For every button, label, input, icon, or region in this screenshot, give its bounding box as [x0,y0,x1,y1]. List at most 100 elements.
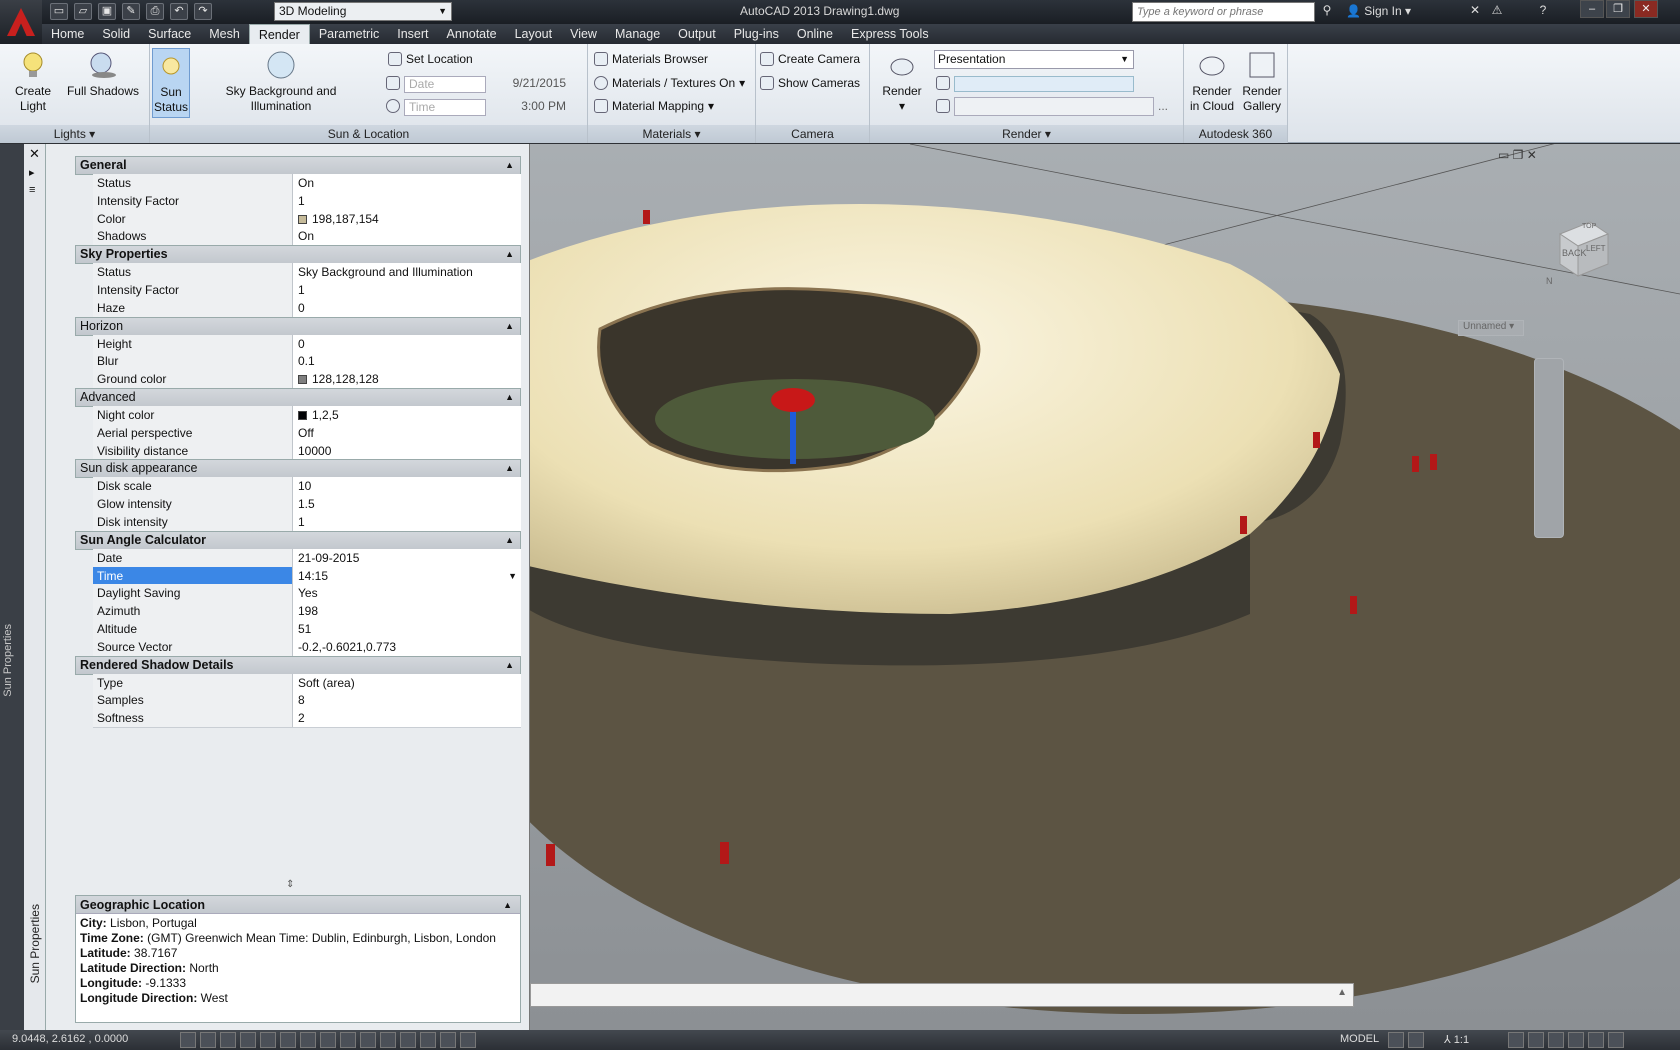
ortho-icon[interactable] [240,1032,256,1048]
property-row[interactable]: Haze 0 [93,298,521,318]
save-icon[interactable]: ▣ [98,3,116,20]
quick-properties-icon[interactable] [420,1032,436,1048]
3dosnap-icon[interactable] [300,1032,316,1048]
property-value[interactable]: 14:15 ▼ [294,567,521,585]
property-row[interactable]: Daylight Saving Yes [93,584,521,604]
section-sky-properties[interactable]: Sky Properties ▲ [75,245,521,265]
sun-status-button[interactable]: Sun Status [152,48,190,118]
property-row[interactable]: Softness 2 [93,709,521,729]
infer-icon[interactable] [180,1032,196,1048]
tab-annotate[interactable]: Annotate [438,24,506,44]
property-row[interactable]: Disk scale 10 [93,477,521,497]
property-value[interactable]: 1 [294,192,521,210]
osnap-icon[interactable] [280,1032,296,1048]
render-gallery-button[interactable]: Render Gallery [1238,50,1286,114]
property-value[interactable]: 2 [294,709,521,727]
tab-layout[interactable]: Layout [506,24,562,44]
render-output-path[interactable] [954,97,1154,116]
minimize-button[interactable]: – [1580,0,1604,18]
collapse-icon[interactable]: ▲ [505,246,514,263]
materials-textures-button[interactable]: Materials / Textures On ▾ [594,76,745,90]
tab-render[interactable]: Render [248,24,310,44]
binoculars-icon[interactable]: ⚲ [1318,3,1336,20]
collapse-icon[interactable]: ▲ [503,896,512,914]
compass-north[interactable]: N [1546,276,1553,286]
property-value[interactable]: 1 [294,513,521,531]
property-value[interactable]: 1,2,5 [294,406,521,424]
property-row[interactable]: Shadows On [93,227,521,247]
selection-cycling-icon[interactable] [440,1032,456,1048]
render-preset-dropdown[interactable]: Presentation ▼ [934,50,1134,69]
material-mapping-button[interactable]: Material Mapping ▾ [594,99,714,113]
lock-icon[interactable] [1528,1032,1544,1048]
property-row[interactable]: Source Vector -0.2,-0.6021,0.773 [93,637,521,657]
property-row[interactable]: Status On [93,174,521,193]
navigation-bar[interactable] [1534,358,1564,538]
property-row[interactable]: Altitude 51 [93,620,521,639]
property-value[interactable]: 10000 [294,442,521,460]
lineweight-icon[interactable] [380,1032,396,1048]
property-row[interactable]: Status Sky Background and Illumination [93,263,521,283]
property-value[interactable]: On [294,174,521,192]
date-value[interactable]: 9/21/2015 [490,76,566,93]
sky-background-button[interactable]: Sky Background and Illumination [196,50,366,114]
viewcube-top[interactable]: TOP [1582,223,1596,230]
open-icon[interactable]: ▱ [74,3,92,20]
time-slider[interactable]: Time [404,99,486,116]
property-row[interactable]: Disk intensity 1 [93,513,521,532]
annotation-monitor-icon[interactable] [460,1032,476,1048]
model-button[interactable]: MODEL [1340,1033,1379,1045]
hardware-acceleration-icon[interactable] [1548,1032,1564,1048]
application-menu-button[interactable] [0,0,42,44]
property-value[interactable]: 51 [294,620,521,638]
splitter-handle[interactable]: ⇕ [286,879,294,890]
ucs-menu[interactable]: Unnamed ▾ [1458,320,1524,336]
layout-icon[interactable] [1388,1032,1404,1048]
section-rendered-shadow-details[interactable]: Rendered Shadow Details ▲ [75,655,521,675]
date-slider[interactable]: Date [404,76,486,93]
otrack-icon[interactable] [320,1032,336,1048]
close-button[interactable]: ✕ [1634,0,1658,18]
tab-home[interactable]: Home [42,24,93,44]
browse-button[interactable]: ... [1158,99,1168,113]
property-row[interactable]: Height 0 [93,334,521,354]
render-panel-label[interactable]: Render ▾ [870,125,1183,143]
create-camera-button[interactable]: Create Camera [760,52,860,66]
command-line[interactable]: ▲ [530,983,1354,1007]
exchange-icon[interactable]: ✕ [1466,3,1484,20]
full-shadows-button[interactable]: Full Shadows [64,50,142,99]
materials-panel-label[interactable]: Materials ▾ [588,125,755,143]
materials-browser-button[interactable]: Materials Browser [594,52,708,66]
create-light-button[interactable]: Create Light [8,50,58,114]
property-row[interactable]: Intensity Factor 1 [93,281,521,300]
tab-solid[interactable]: Solid [93,24,139,44]
property-row[interactable]: Date 21-09-2015 [93,548,521,568]
property-row[interactable]: Azimuth 198 [93,602,521,622]
isolate-objects-icon[interactable] [1568,1032,1584,1048]
property-value[interactable]: 8 [294,691,521,709]
tab-insert[interactable]: Insert [388,24,437,44]
polar-icon[interactable] [260,1032,276,1048]
property-row[interactable]: Aerial perspective Off [93,423,521,443]
coordinates[interactable]: 9.0448, 2.6162 , 0.0000 [12,1033,128,1045]
dropdown-arrow-icon[interactable]: ▼ [508,567,517,585]
property-row[interactable]: Ground color 128,128,128 [93,370,521,390]
collapse-icon[interactable]: ▲ [505,318,514,335]
property-value[interactable]: Off [294,424,521,442]
palette-close-icon[interactable]: ✕ [29,146,40,162]
collapse-icon[interactable]: ▲ [505,157,514,174]
viewcube-left[interactable]: LEFT [1586,244,1606,253]
section-horizon[interactable]: Horizon ▲ [75,316,521,336]
tab-manage[interactable]: Manage [606,24,669,44]
property-row[interactable]: Intensity Factor 1 [93,191,521,211]
property-value[interactable]: 1.5 [294,495,521,513]
collapse-icon[interactable]: ▲ [505,389,514,406]
snap-icon[interactable] [200,1032,216,1048]
property-value[interactable]: 10 [294,477,521,495]
tab-surface[interactable]: Surface [139,24,200,44]
redo-icon[interactable]: ↷ [194,3,212,20]
transparency-icon[interactable] [400,1032,416,1048]
dyn-icon[interactable] [360,1032,376,1048]
lights-panel-label[interactable]: Lights ▾ [0,125,149,143]
palette-autohide-icon[interactable]: ▸ [29,166,35,179]
